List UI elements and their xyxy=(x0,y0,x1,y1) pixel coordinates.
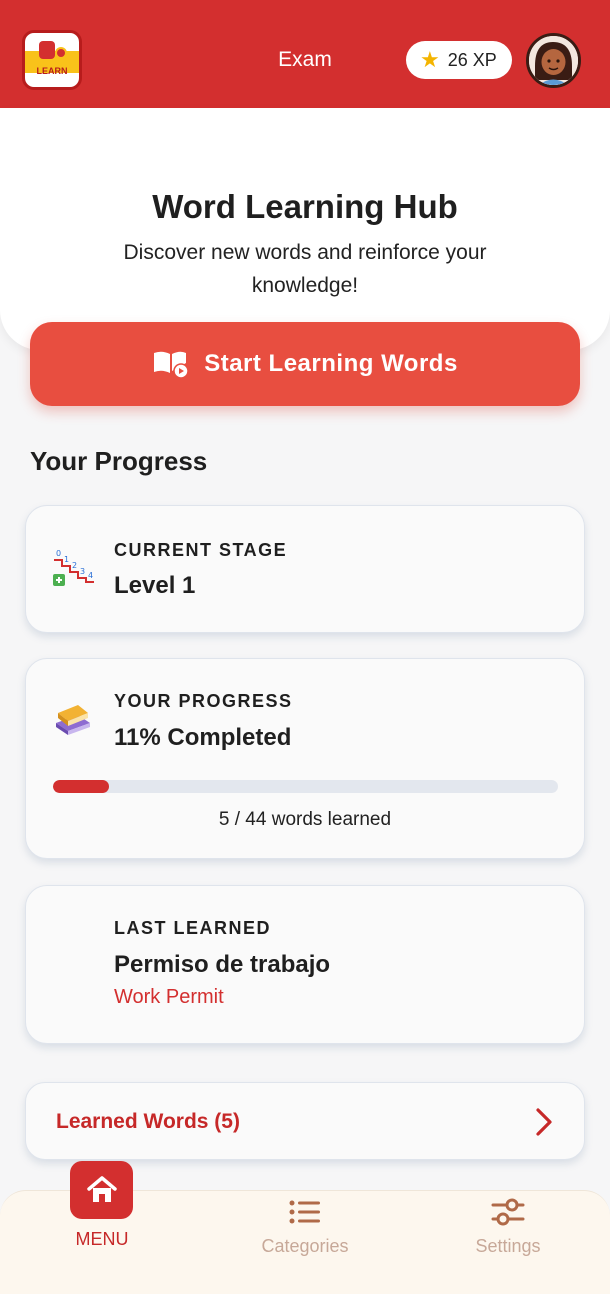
progress-value: 11% Completed xyxy=(114,724,292,751)
nav-label-settings: Settings xyxy=(475,1236,541,1256)
svg-text:2: 2 xyxy=(72,561,77,570)
app-logo[interactable]: LEARN xyxy=(22,30,82,90)
list-icon xyxy=(289,1200,320,1224)
books-icon xyxy=(56,705,90,735)
current-stage-label: CURRENT STAGE xyxy=(114,540,288,560)
book-play-icon xyxy=(154,351,189,379)
learned-words-button[interactable]: Learned Words (5) xyxy=(25,1082,585,1160)
last-learned-translation: Work Permit xyxy=(114,986,224,1008)
progress-card: YOUR PROGRESS 11% Completed 5 / 44 words… xyxy=(25,658,585,859)
last-learned-word: Permiso de trabajo xyxy=(114,951,331,978)
logo-mark-dot xyxy=(55,47,67,59)
progress-label: YOUR PROGRESS xyxy=(114,691,293,711)
nav-label-categories: Categories xyxy=(261,1236,349,1256)
avatar[interactable] xyxy=(526,33,581,88)
sliders-icon xyxy=(491,1198,525,1226)
svg-text:1: 1 xyxy=(64,555,69,564)
logo-mark xyxy=(39,41,55,59)
xp-badge[interactable]: ★ 26 XP xyxy=(406,41,512,79)
start-learning-button[interactable]: Start Learning Words xyxy=(30,322,580,406)
start-learning-label: Start Learning Words xyxy=(204,350,458,377)
progress-section-title: Your Progress xyxy=(30,446,208,476)
nav-item-categories[interactable]: Categories xyxy=(245,1191,365,1294)
nav-item-settings[interactable]: Settings xyxy=(455,1191,561,1294)
page-subtitle: Discover new words and reinforce your kn… xyxy=(123,241,487,297)
current-stage-value: Level 1 xyxy=(114,572,196,599)
logo-text: LEARN xyxy=(36,66,68,76)
svg-text:4: 4 xyxy=(88,571,93,580)
avatar-face-icon xyxy=(529,36,578,85)
hero-panel: Word Learning Hub Discover new words and… xyxy=(0,108,610,350)
bottom-nav: MENU Categories Settings xyxy=(0,1161,610,1294)
page-title: Word Learning Hub xyxy=(152,188,458,225)
nav-item-menu[interactable]: MENU xyxy=(60,1161,144,1271)
xp-value: 26 XP xyxy=(447,49,497,70)
header-title: Exam xyxy=(278,48,332,71)
progress-bar xyxy=(53,780,558,793)
last-learned-label: LAST LEARNED xyxy=(114,918,271,938)
stairs-icon: 0 1 2 3 4 xyxy=(53,549,94,586)
progress-caption: 5 / 44 words learned xyxy=(218,809,392,830)
chevron-right-icon xyxy=(536,1108,552,1136)
star-icon: ★ xyxy=(420,47,440,72)
svg-text:3: 3 xyxy=(80,567,85,576)
home-button[interactable] xyxy=(70,1161,133,1219)
svg-text:0: 0 xyxy=(56,549,61,558)
last-learned-card[interactable]: LAST LEARNED Permiso de trabajo Work Per… xyxy=(25,885,585,1044)
nav-label-menu: MENU xyxy=(75,1229,129,1249)
home-icon xyxy=(86,1176,117,1202)
learned-words-label: Learned Words (5) xyxy=(56,1110,240,1133)
app-header: LEARN Exam ★ 26 XP xyxy=(0,0,610,108)
current-stage-card: 0 1 2 3 4 CURRENT STAGE Level 1 xyxy=(25,505,585,633)
progress-bar-fill xyxy=(53,780,109,793)
